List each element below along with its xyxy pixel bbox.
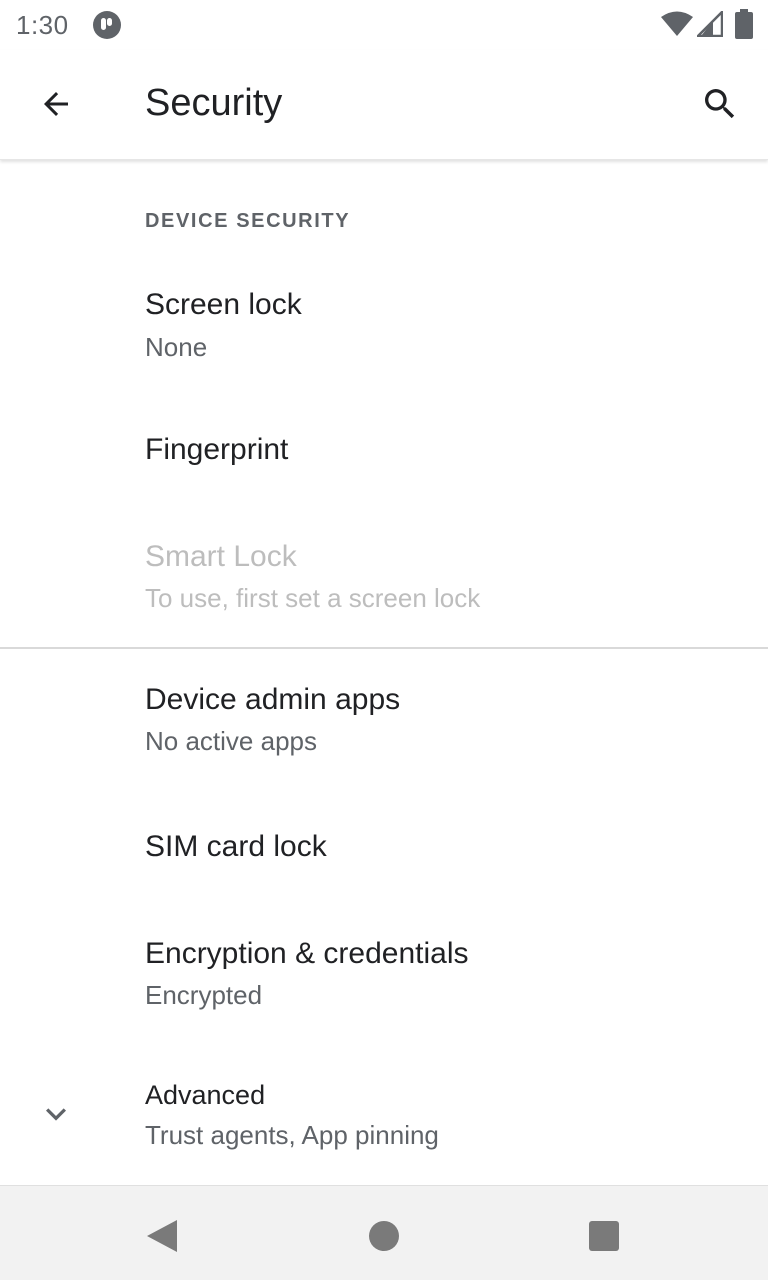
back-button[interactable] [20,68,92,140]
chevron-down-icon [46,1108,66,1121]
fingerprint-title: Fingerprint [145,433,289,466]
battery-icon [735,9,753,39]
smart-lock-summary: To use, first set a screen lock [145,583,481,613]
status-time: 1:30 [16,10,69,40]
sim-card-lock-item[interactable]: SIM card lock [0,790,768,900]
page-title: Security [145,82,283,124]
fingerprint-item[interactable]: Fingerprint [0,395,768,505]
arrow-back-icon [44,92,68,116]
search-button[interactable] [684,68,756,140]
app-bar: Security [0,50,768,160]
advanced-title: Advanced [145,1080,266,1110]
app-notification-icon [93,11,121,39]
nav-home-button[interactable] [354,1206,414,1266]
device-admin-apps-title: Device admin apps [145,683,401,716]
device-admin-apps-item[interactable]: Device admin apps No active apps [0,650,768,790]
status-bar: 1:30 [0,0,768,50]
screen-lock-summary: None [145,332,208,362]
search-icon [705,89,735,119]
settings-list[interactable]: DEVICE SECURITY Screen lock None Fingerp… [0,160,768,1185]
nav-recents-icon [589,1221,619,1251]
screen-lock-title: Screen lock [145,288,302,321]
smart-lock-title: Smart Lock [145,540,297,573]
section-header-device-security: DEVICE SECURITY [145,210,351,232]
encryption-credentials-summary: Encrypted [145,980,263,1010]
nav-home-icon [369,1221,399,1251]
encryption-credentials-title: Encryption & credentials [145,937,469,970]
nav-back-button[interactable] [132,1206,192,1266]
cell-signal-icon [697,11,723,37]
encryption-credentials-item[interactable]: Encryption & credentials Encrypted [0,900,768,1040]
navigation-bar [0,1185,768,1280]
sim-card-lock-title: SIM card lock [145,830,327,863]
advanced-summary: Trust agents, App pinning [145,1120,439,1150]
screen-lock-item[interactable]: Screen lock None [0,255,768,395]
device-admin-apps-summary: No active apps [145,726,317,756]
advanced-item[interactable]: Advanced Trust agents, App pinning [0,1040,768,1185]
smart-lock-item: Smart Lock To use, first set a screen lo… [0,505,768,645]
divider [0,647,768,649]
nav-recents-button[interactable] [574,1206,634,1266]
nav-back-icon [147,1220,177,1252]
wifi-icon [661,11,693,36]
